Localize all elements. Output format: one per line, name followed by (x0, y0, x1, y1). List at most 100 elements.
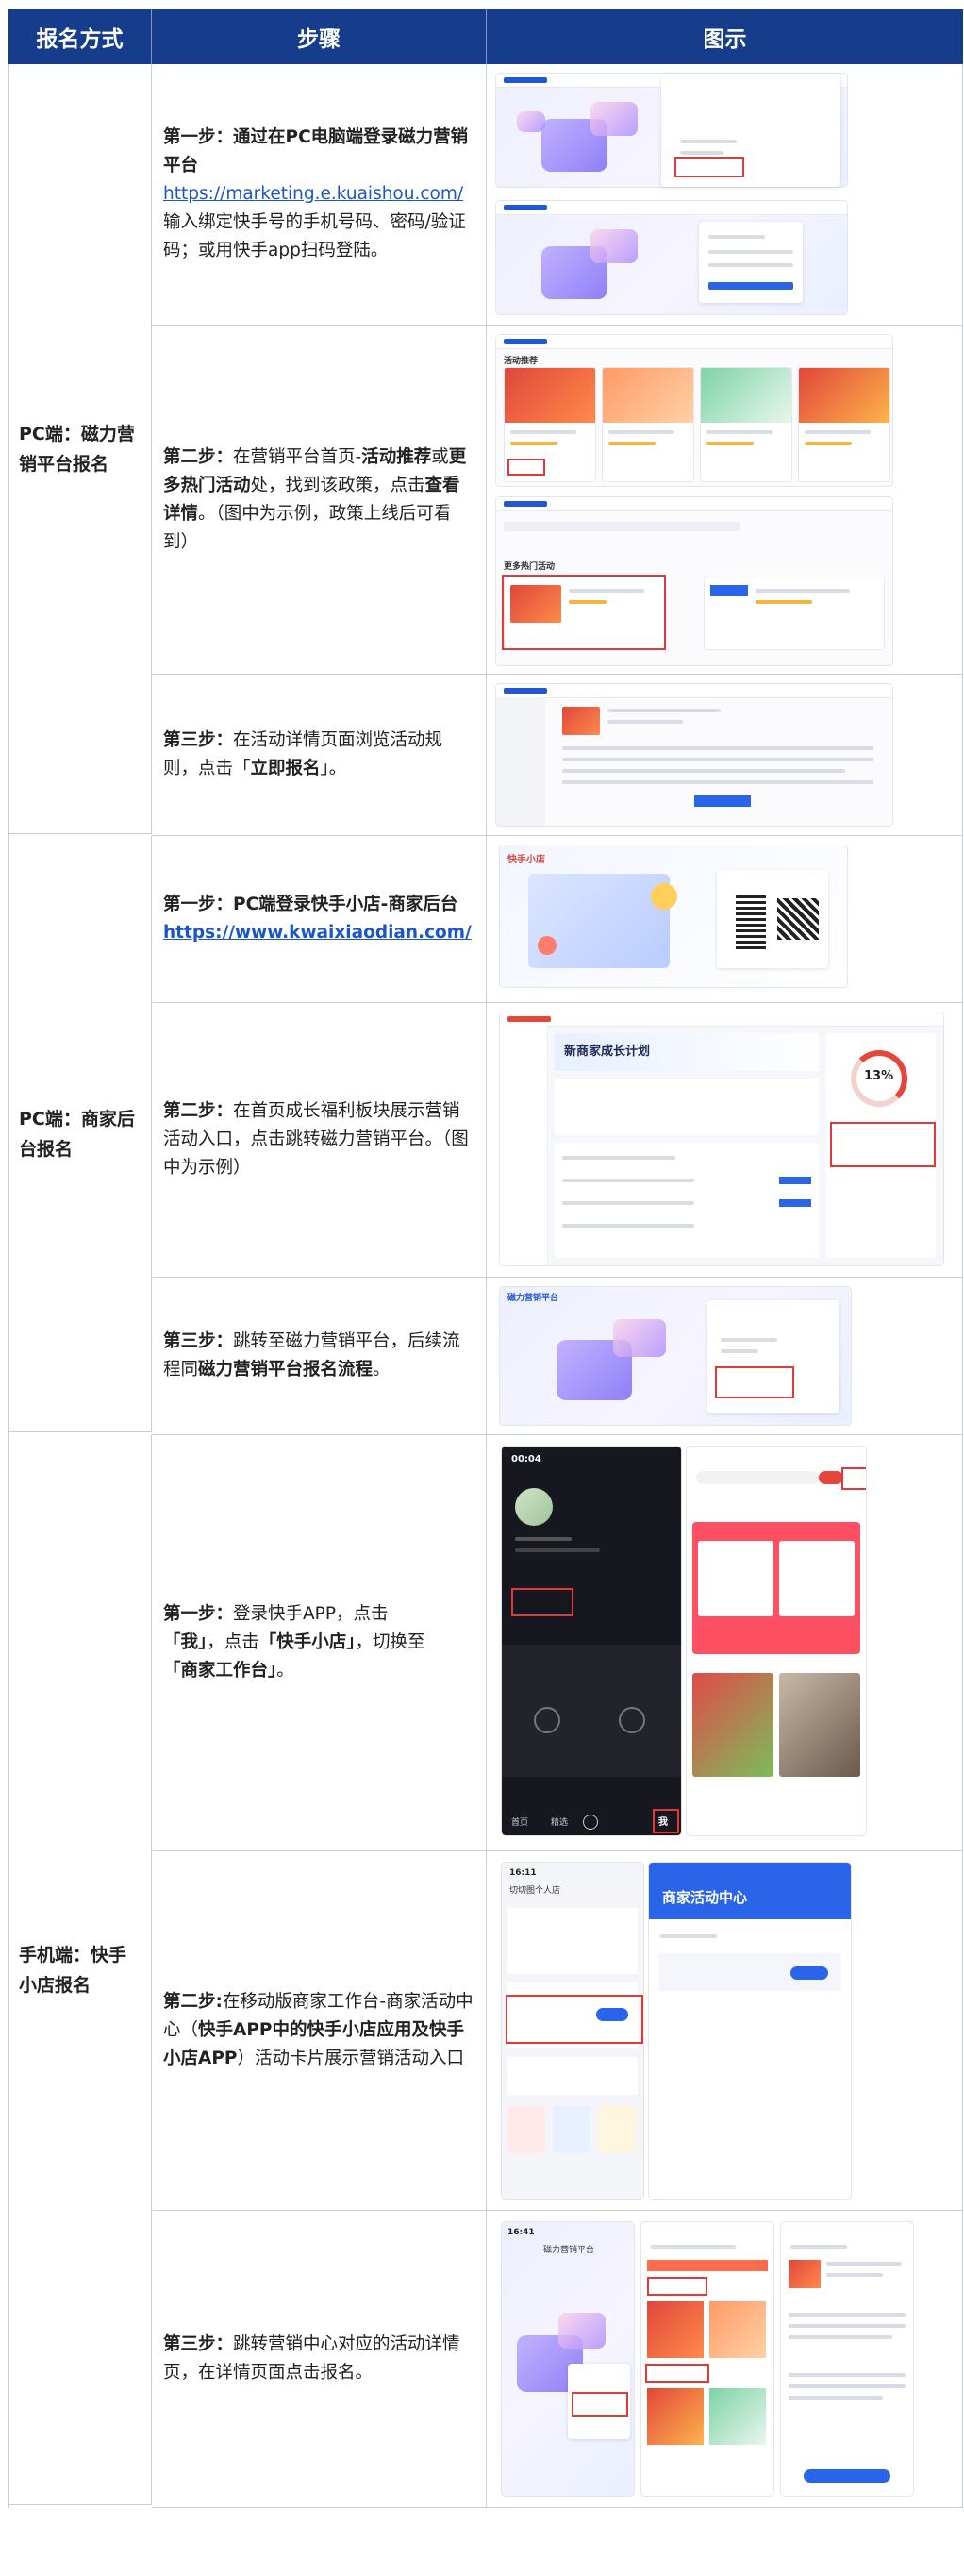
illustration-workbench: 16:11 切切图个人店 商家活动中心 (487, 1851, 963, 2210)
header-steps: 步骤 (152, 9, 487, 64)
step-row: 第一步：通过在PC电脑端登录磁力营销平台 https://marketing.e… (152, 64, 963, 326)
illustration-app-me: 00:04 首页 精选 我 (487, 1435, 963, 1850)
redirect-screenshot: 磁力营销平台 (500, 1287, 851, 1425)
login-screenshot-2 (496, 201, 847, 314)
activity-center-screenshot: 商家活动中心 (649, 1863, 851, 2199)
step-text: 或 (431, 446, 449, 467)
step-row: 第二步：在首页成长福利板块展示营销活动入口，点击跳转磁力营销平台。（图中为示例）… (152, 1003, 963, 1278)
phone-time: 00:04 (511, 1454, 541, 1464)
illustration-mobile-detail: 16:41 磁力营销平台 (487, 2211, 963, 2507)
workbench-title: 切切图个人店 (509, 1886, 561, 1896)
step-bold-text: PC端登录快手小店-商家后台 (233, 895, 458, 914)
step-text: 。（图中为示例，政策上线后可看到） (163, 503, 452, 552)
step-text: 在营销平台首页- (233, 446, 362, 467)
step-row: 第二步:在移动版商家工作台-商家活动中心（快手APP中的快手小店应用及快手小店A… (152, 1851, 963, 2211)
app-shop-screenshot (687, 1447, 866, 1835)
method-cell: 手机端：快手小店报名 (9, 1435, 152, 2505)
step-text: 处，找到该政策，点击 (250, 475, 425, 495)
method-label: PC端：磁力营销平台报名 (19, 423, 135, 475)
step-lead: 第三步： (163, 2334, 234, 2354)
app-me-screenshot: 00:04 首页 精选 我 (502, 1447, 681, 1835)
step-cell: 第一步：PC端登录快手小店-商家后台 https://www.kwaixiaod… (152, 836, 487, 1002)
header-method: 报名方式 (8, 9, 152, 64)
shop-brand: 快手小店 (507, 855, 545, 865)
step-lead: 第一步： (163, 895, 234, 914)
step-cell: 第三步：跳转至磁力营销平台，后续流程同磁力营销平台报名流程。 (152, 1278, 487, 1434)
step-lead: 第二步： (163, 446, 234, 467)
phone-time-2: 16:11 (509, 1868, 537, 1878)
step-cell: 第二步:在移动版商家工作台-商家活动中心（快手APP中的快手小店应用及快手小店A… (152, 1851, 487, 2210)
header-illustration: 图示 (703, 27, 747, 52)
tab-me: 我 (658, 1817, 668, 1828)
step-cell: 第二步：在营销平台首页-活动推荐或更多热门活动处，找到该政策，点击查看详情。（图… (152, 326, 487, 674)
method-cell: PC端：商家后台报名 (9, 836, 152, 1432)
step-row: 第一步：PC端登录快手小店-商家后台 https://www.kwaixiaod… (152, 836, 963, 1003)
method-label: PC端：商家后台报名 (19, 1108, 135, 1160)
step-bold-text: 「快手小店」 (258, 1632, 356, 1652)
mobile-list-screenshot (641, 2222, 773, 2496)
step-bold-text: 「我」 (163, 1632, 208, 1652)
step-lead: 第三步： (163, 1331, 234, 1351)
merchant-dashboard-screenshot: 新商家成长计划 13% (500, 1012, 943, 1265)
step-text: ，切换至 (355, 1632, 425, 1652)
step-text: 登录快手APP，点击 (233, 1604, 389, 1624)
step-row: 第三步：跳转营销中心对应的活动详情页，在详情页面点击报名。 16:41 磁力营销… (152, 2211, 963, 2508)
group-pc-magnetic: PC端：磁力营销平台报名 第一步：通过在PC电脑端登录磁力营销平台 https:… (8, 64, 963, 836)
activity-center-title: 商家活动中心 (662, 1889, 748, 1906)
step-bold-text: 磁力营销平台报名流程 (198, 1360, 374, 1380)
step-row: 第三步：在活动详情页面浏览活动规则，点击「立即报名」。 (152, 675, 963, 836)
highlight-box (674, 157, 744, 177)
mobile-mag-title: 磁力营销平台 (543, 2246, 595, 2255)
mobile-mag-screenshot: 16:41 磁力营销平台 (502, 2222, 634, 2496)
step-row: 第一步：登录快手APP，点击 「我」，点击「快手小店」，切换至 「商家工作台」。… (152, 1435, 963, 1851)
step-cell: 第三步：跳转营销中心对应的活动详情页，在详情页面点击报名。 (152, 2211, 487, 2507)
tab-choice: 精选 (551, 1818, 569, 1828)
login-panel (661, 74, 840, 187)
illustration-growth: 新商家成长计划 13% (487, 1003, 963, 1277)
percent-value: 13% (864, 1069, 894, 1083)
step-lead: 第二步: (163, 1992, 223, 2012)
homepage-screenshot: 活动推荐 (496, 335, 892, 486)
step-text: 输入绑定快手号的手机号码、密码/验证码；或用快手app扫码登陆。 (163, 212, 466, 260)
mag-brand: 磁力营销平台 (507, 1294, 559, 1303)
marketing-link[interactable]: https://marketing.e.kuaishou.com/ (163, 184, 463, 204)
step-text: ）活动卡片展示营销活动入口 (237, 2049, 464, 2068)
step-row: 第三步：跳转至磁力营销平台，后续流程同磁力营销平台报名流程。 磁力营销平台 (152, 1278, 963, 1435)
growth-plan-title: 新商家成长计划 (564, 1045, 651, 1059)
workbench-screenshot: 16:11 切切图个人店 (502, 1863, 643, 2199)
step-text: 。 (373, 1360, 391, 1380)
method-label: 手机端：快手小店报名 (19, 1944, 127, 1996)
mobile-detail-screenshot (781, 2222, 913, 2496)
illustration-login (487, 64, 963, 325)
step-cell: 第一步：登录快手APP，点击 「我」，点击「快手小店」，切换至 「商家工作台」。 (152, 1435, 487, 1850)
step-lead: 第一步： (163, 1604, 234, 1624)
step-text: 。 (276, 1661, 294, 1681)
step-lead: 第一步： (163, 127, 234, 147)
step-text: ，点击 (207, 1632, 259, 1652)
shop-login-screenshot: 快手小店 (500, 845, 847, 987)
hot-more-label: 更多热门活动 (504, 562, 556, 572)
detail-screenshot (496, 684, 892, 826)
table-header: 报名方式 步骤 图示 (8, 9, 963, 64)
step-text: 」。 (320, 759, 347, 778)
step-bold-text: 立即报名 (250, 759, 321, 778)
illustration-shop-login: 快手小店 (487, 836, 963, 1002)
method-cell: PC端：磁力营销平台报名 (9, 64, 152, 834)
phone-time-3: 16:41 (507, 2228, 535, 2237)
highlight-box (511, 1588, 573, 1616)
step-bold-text: 活动推荐 (361, 446, 432, 467)
recommend-label: 活动推荐 (504, 357, 539, 366)
step-lead: 第三步： (163, 730, 234, 750)
illustration-recommend: 活动推荐 更多热门活动 (487, 326, 963, 674)
registration-guide: 报名方式 步骤 图示 PC端：磁力营销平台报名 第一步：通过在PC电脑端登录磁力… (8, 9, 963, 2508)
illustration-detail (487, 675, 963, 835)
illustration-redirect: 磁力营销平台 (487, 1278, 963, 1434)
step-lead: 第二步： (163, 1101, 234, 1121)
step-cell: 第三步：在活动详情页面浏览活动规则，点击「立即报名」。 (152, 675, 487, 835)
highlight-box (830, 1122, 936, 1167)
kwaixiaodian-link[interactable]: https://www.kwaixiaodian.com/ (163, 923, 472, 943)
step-row: 第二步：在营销平台首页-活动推荐或更多热门活动处，找到该政策，点击查看详情。（图… (152, 326, 963, 675)
group-mobile: 手机端：快手小店报名 第一步：登录快手APP，点击 「我」，点击「快手小店」，切… (8, 1435, 963, 2508)
step-cell: 第二步：在首页成长福利板块展示营销活动入口，点击跳转磁力营销平台。（图中为示例） (152, 1003, 487, 1277)
hot-activity-screenshot: 更多热门活动 (496, 497, 892, 665)
